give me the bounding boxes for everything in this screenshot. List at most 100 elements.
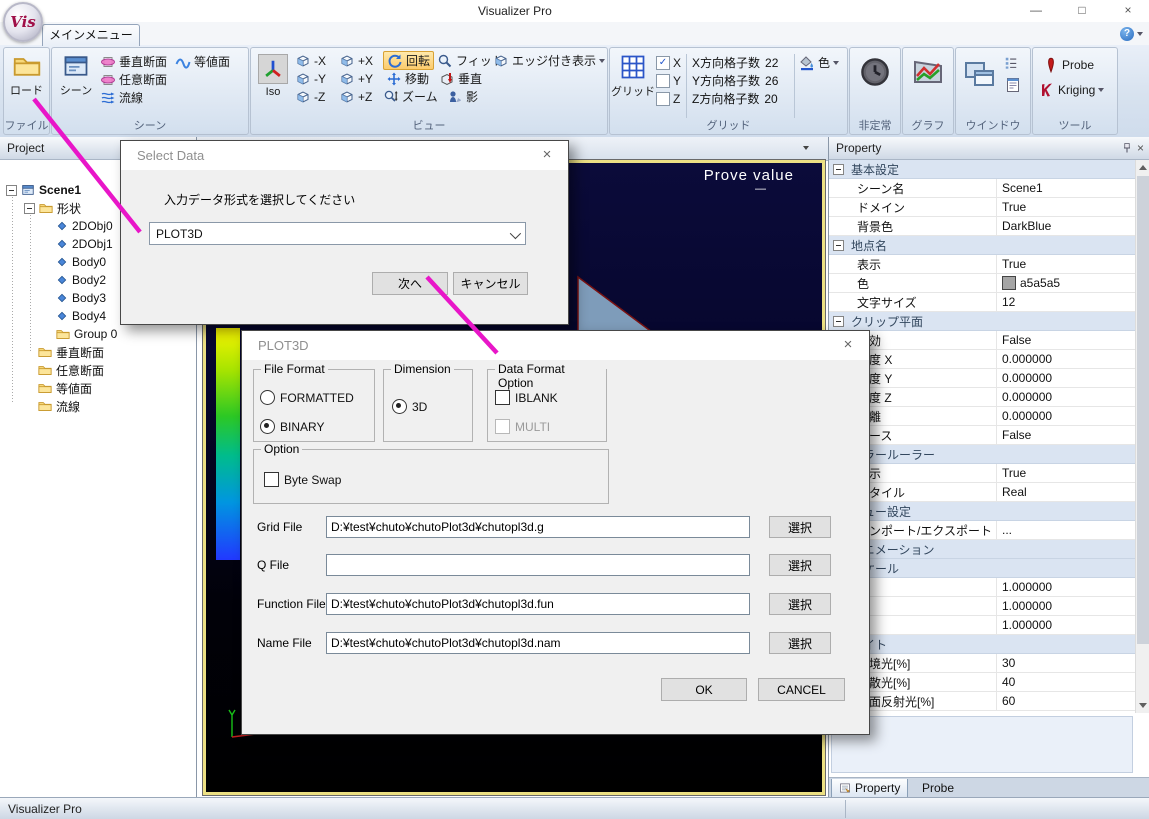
property-row[interactable]: 表示True (829, 255, 1135, 274)
scroll-up-icon[interactable] (1139, 165, 1147, 170)
view-plus-z-button[interactable]: +Z (339, 88, 372, 105)
property-value[interactable]: 30 (996, 654, 1135, 672)
property-section[interactable]: 基本設定 (829, 160, 1135, 179)
property-section[interactable]: ライト (829, 635, 1135, 654)
tree-item-body3[interactable]: Body3 (56, 289, 106, 307)
cancel-button[interactable]: CANCEL (758, 678, 845, 701)
grid-button[interactable]: グリッド (613, 53, 653, 99)
close-icon[interactable]: × (538, 146, 556, 163)
property-value[interactable]: True (996, 198, 1135, 216)
arbitrary-section-button[interactable]: 任意断面 (100, 71, 167, 88)
property-row[interactable]: 文字サイズ12 (829, 293, 1135, 312)
tree-item-body0[interactable]: Body0 (56, 253, 106, 271)
property-value[interactable]: 0.000000 (996, 350, 1135, 368)
q-file-select-button[interactable]: 選択 (769, 554, 831, 576)
grid-file-select-button[interactable]: 選択 (769, 516, 831, 538)
property-row[interactable]: 距離0.000000 (829, 407, 1135, 426)
property-row[interactable]: 拡散光[%]40 (829, 673, 1135, 692)
view-minus-z-button[interactable]: -Z (295, 88, 325, 105)
tree-item-2dobj0[interactable]: 2DObj0 (56, 217, 113, 235)
graph-button[interactable] (912, 56, 944, 88)
color-button[interactable]: 色 (799, 54, 839, 71)
scroll-down-icon[interactable] (1139, 703, 1147, 708)
grid-y-checkbox[interactable]: Y (656, 72, 681, 89)
property-section[interactable]: アニメーション (829, 540, 1135, 559)
property-value[interactable]: DarkBlue (996, 217, 1135, 235)
view-minus-y-button[interactable]: -Y (295, 70, 326, 87)
edges-display-button[interactable]: エッジ付き表示 (493, 52, 605, 69)
property-row[interactable]: Y1.000000 (829, 597, 1135, 616)
tree-item-scene1[interactable]: Scene1 (6, 181, 81, 199)
isosurface-button[interactable]: 等値面 (175, 53, 230, 70)
minimize-button[interactable]: — (1016, 0, 1056, 22)
property-row[interactable]: スタイルReal (829, 483, 1135, 502)
close-button[interactable]: × (1108, 0, 1148, 22)
property-value[interactable]: 60 (996, 692, 1135, 710)
q-file-input[interactable] (326, 554, 750, 576)
close-panel-icon[interactable]: × (1137, 137, 1144, 159)
view-plus-y-button[interactable]: +Y (339, 70, 373, 87)
zoom-button[interactable]: ズーム (383, 88, 438, 105)
formatted-radio[interactable]: FORMATTED (260, 390, 354, 405)
property-value[interactable]: True (996, 464, 1135, 482)
dimension-3d-radio[interactable]: 3D (392, 399, 427, 414)
property-section[interactable]: カラールーラー (829, 445, 1135, 464)
property-value[interactable]: False (996, 426, 1135, 444)
collapse-icon[interactable] (833, 164, 844, 175)
property-value[interactable]: 0.000000 (996, 388, 1135, 406)
collapse-icon[interactable] (6, 185, 17, 196)
function-file-input[interactable] (326, 593, 750, 615)
property-row[interactable]: 角度 Y0.000000 (829, 369, 1135, 388)
grid-z-checkbox[interactable]: Z (656, 90, 680, 107)
scrollbar-thumb[interactable] (1137, 176, 1149, 644)
grid-count-y-value[interactable]: 26 (765, 74, 778, 88)
tab-probe[interactable]: Probe (915, 779, 961, 797)
property-section[interactable]: 地点名 (829, 236, 1135, 255)
grid-x-checkbox[interactable]: ✓X (656, 54, 681, 71)
view-plus-x-button[interactable]: +X (339, 52, 373, 69)
iso-view-button[interactable]: Iso (256, 54, 290, 98)
maximize-button[interactable]: □ (1062, 0, 1102, 22)
close-icon[interactable]: × (839, 336, 857, 353)
grid-count-x[interactable]: X方向格子数 22 (692, 54, 778, 71)
cancel-button[interactable]: キャンセル (453, 272, 528, 295)
vertical-section-button[interactable]: 垂直断面 (100, 53, 167, 70)
tab-list-dropdown-icon[interactable] (803, 146, 809, 150)
collapse-icon[interactable] (24, 203, 35, 214)
streamline-button[interactable]: 流線 (100, 89, 143, 106)
move-button[interactable]: 移動 (386, 70, 429, 87)
property-row[interactable]: シーン名Scene1 (829, 179, 1135, 198)
iblank-checkbox[interactable]: IBLANK (495, 390, 558, 405)
tab-property[interactable]: Property (831, 779, 908, 798)
property-row[interactable]: 角度 X0.000000 (829, 350, 1135, 369)
pin-icon[interactable] (1121, 142, 1133, 154)
property-row[interactable]: 環境光[%]30 (829, 654, 1135, 673)
name-file-input[interactable] (326, 632, 750, 654)
property-row[interactable]: 角度 Z0.000000 (829, 388, 1135, 407)
window-document-button[interactable] (1005, 76, 1021, 93)
property-value[interactable]: ... (996, 521, 1135, 539)
property-row[interactable]: 表示True (829, 464, 1135, 483)
property-section[interactable]: ビュー設定 (829, 502, 1135, 521)
window-list-button[interactable] (1004, 54, 1018, 71)
collapse-icon[interactable] (833, 240, 844, 251)
app-logo[interactable]: Vis (3, 2, 43, 42)
grid-count-z[interactable]: Z方向格子数 20 (692, 90, 778, 107)
tab-main-menu[interactable]: メインメニュー (42, 24, 140, 46)
binary-radio[interactable]: BINARY (260, 419, 324, 434)
rotate-button[interactable]: 回転 (383, 51, 434, 70)
name-file-select-button[interactable]: 選択 (769, 632, 831, 654)
tree-item-shape-folder[interactable]: 形状 (24, 199, 81, 217)
byte-swap-checkbox[interactable]: Byte Swap (264, 472, 341, 487)
property-section[interactable]: スケール (829, 559, 1135, 578)
property-value[interactable]: 40 (996, 673, 1135, 691)
grid-count-y[interactable]: Y方向格子数 26 (692, 72, 778, 89)
property-section[interactable]: クリップ平面 (829, 312, 1135, 331)
property-value[interactable]: 12 (996, 293, 1135, 311)
property-value[interactable]: True (996, 255, 1135, 273)
probe-button[interactable]: Probe (1043, 56, 1094, 73)
property-row[interactable]: パースFalse (829, 426, 1135, 445)
load-button[interactable]: ロード (8, 52, 45, 98)
tree-item-arbitrary-section[interactable]: 任意断面 (38, 361, 104, 379)
dialog-title-bar[interactable]: Select Data × (121, 141, 568, 170)
